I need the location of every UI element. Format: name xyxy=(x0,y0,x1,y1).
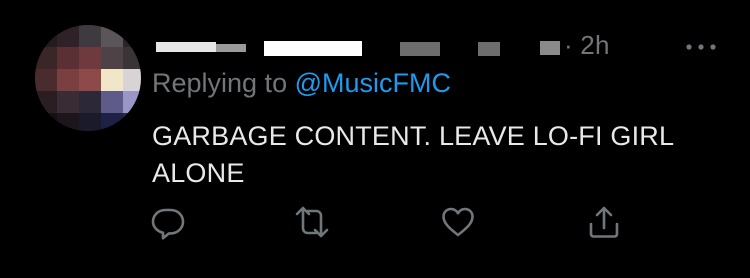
redacted-name xyxy=(216,44,246,52)
replying-to-label: Replying to xyxy=(152,68,288,98)
like-icon xyxy=(442,207,474,237)
retweet-icon xyxy=(295,206,329,238)
avatar-pixelated-image xyxy=(35,25,141,131)
redacted-name xyxy=(264,41,362,56)
avatar[interactable] xyxy=(35,25,141,131)
action-bar xyxy=(150,204,630,244)
share-button[interactable] xyxy=(586,204,622,240)
more-icon[interactable] xyxy=(685,42,717,52)
like-button[interactable] xyxy=(440,204,476,240)
redacted-name xyxy=(156,42,216,52)
retweet-button[interactable] xyxy=(294,204,330,240)
reply-button[interactable] xyxy=(150,204,186,240)
tweet-body: GARBAGE CONTENT. LEAVE LO-FI GIRL ALONE xyxy=(152,118,722,192)
timestamp[interactable]: · 2h xyxy=(564,30,610,61)
redacted-handle xyxy=(478,42,500,56)
tweet[interactable]: · 2h Replying to @MusicFMC GARBAGE CONTE… xyxy=(0,0,750,278)
redacted-handle xyxy=(540,41,560,55)
share-icon xyxy=(589,206,619,238)
tweet-body-line: ALONE xyxy=(152,158,245,188)
reply-icon xyxy=(151,208,185,240)
redacted-handle xyxy=(400,42,440,56)
replying-to: Replying to @MusicFMC xyxy=(152,68,451,99)
tweet-header: · 2h xyxy=(152,28,716,68)
tweet-body-line: GARBAGE CONTENT. LEAVE LO-FI GIRL xyxy=(152,121,675,151)
replying-to-handle-link[interactable]: @MusicFMC xyxy=(295,68,451,98)
